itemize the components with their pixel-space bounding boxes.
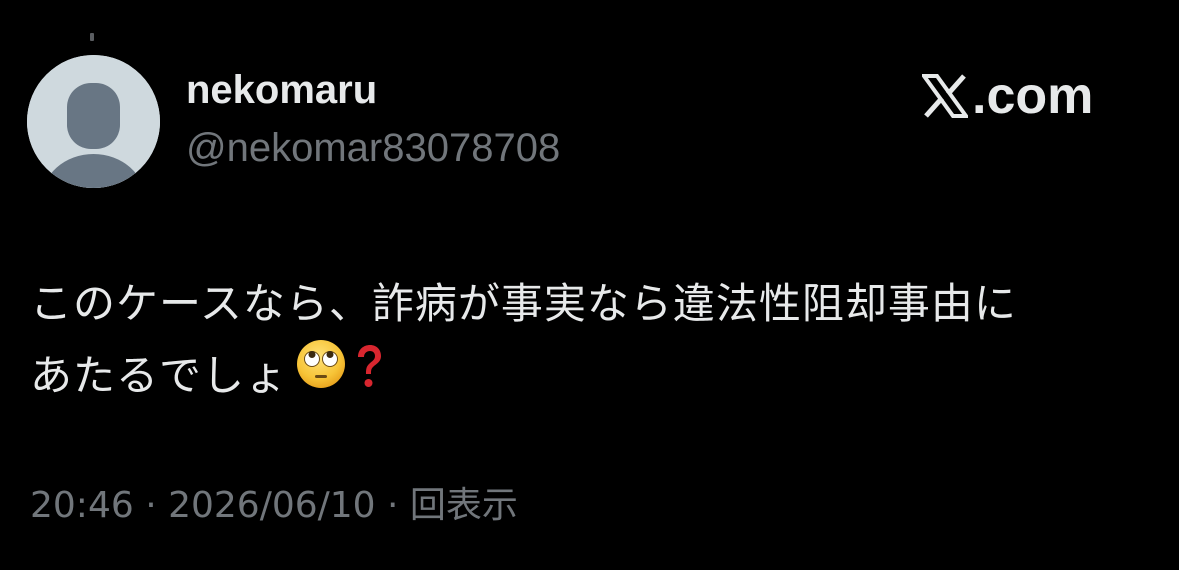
brand-label: .com <box>972 67 1094 125</box>
author-display-name[interactable]: nekomaru <box>186 70 377 110</box>
tweet-line-2: あたるでしょ <box>30 339 1150 415</box>
tweet-line-2-text: あたるでしょ <box>30 351 289 400</box>
tweet-line-1: このケースなら、詐病が事実なら違法性阻却事由に <box>30 279 1017 328</box>
status-dot <box>90 33 94 41</box>
tweet-meta: 20:46 · 2026/06/10 · 回表示 <box>30 485 518 526</box>
author-handle[interactable]: @nekomar83078708 <box>186 128 560 168</box>
face-with-rolling-eyes-icon <box>296 339 346 411</box>
red-question-mark-icon <box>354 339 384 411</box>
avatar[interactable] <box>27 55 160 188</box>
default-avatar-icon <box>27 55 160 188</box>
brand-watermark: .com <box>922 70 1093 122</box>
x-logo-icon <box>922 74 968 118</box>
tweet-text: このケースなら、詐病が事実なら違法性阻却事由に あたるでしょ <box>30 268 1150 415</box>
